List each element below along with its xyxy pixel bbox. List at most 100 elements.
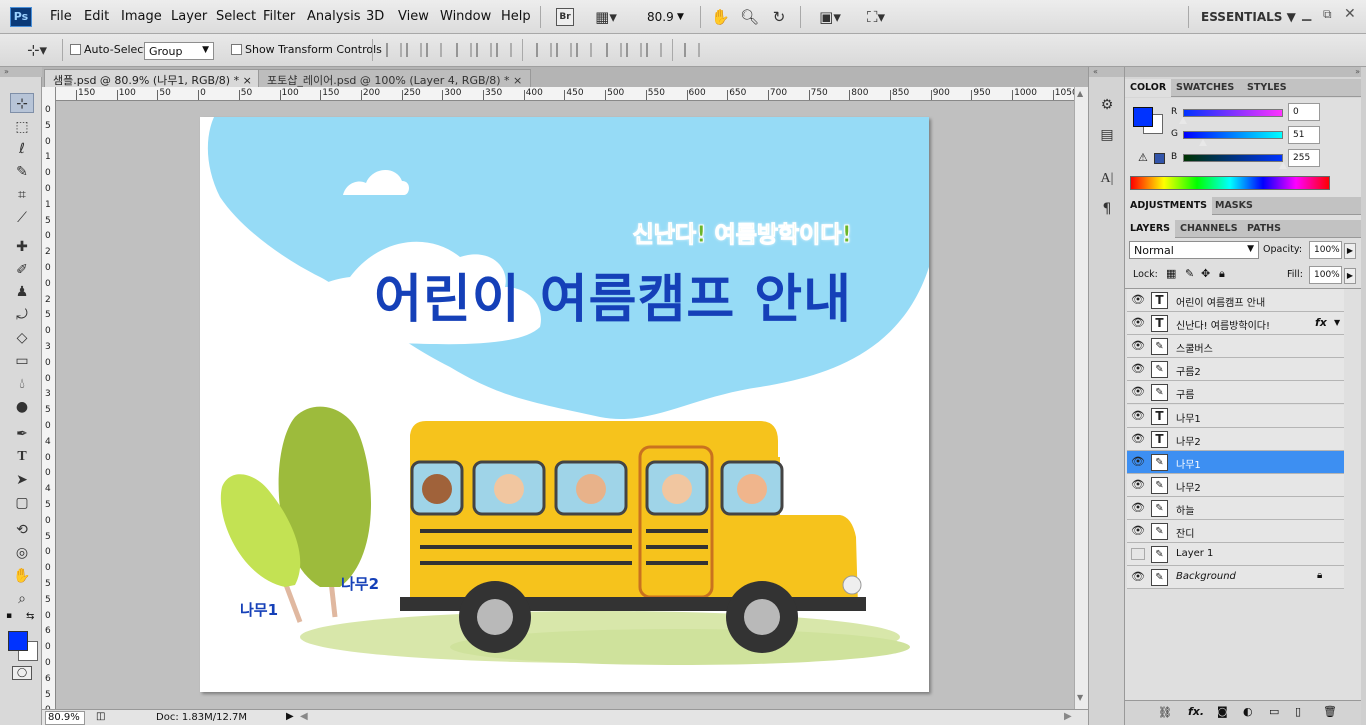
opacity-arrow-icon[interactable]: ▶ (1344, 243, 1356, 259)
arrange-documents-icon[interactable]: ▣▾ (814, 8, 846, 26)
eye-icon[interactable]: 👁︎ (1131, 455, 1145, 468)
screen-mode-icon[interactable]: ⛶▾ (860, 8, 892, 26)
layer-row[interactable]: 👁︎ ✎ 나무1 (1127, 450, 1344, 474)
move-tool-icon[interactable]: ⊹ (10, 93, 34, 113)
scroll-right-icon[interactable]: ▶ (1064, 711, 1072, 722)
layer-row[interactable]: ✎ Layer 1 (1127, 543, 1344, 567)
status-icon[interactable]: ◫ (96, 711, 105, 722)
3d-rotate-tool-icon[interactable]: ⟲ (10, 520, 34, 540)
auto-select-checkbox[interactable] (70, 44, 81, 55)
distribute-left-icon[interactable] (606, 43, 622, 57)
opacity-field[interactable]: 100% (1309, 241, 1342, 259)
menu-select[interactable]: Select (216, 9, 256, 24)
menu-analysis[interactable]: Analysis (307, 9, 361, 24)
eyedropper-tool-icon[interactable]: ⟋ (10, 208, 34, 228)
quick-select-tool-icon[interactable]: ✎ (10, 162, 34, 182)
workspace-switcher[interactable]: ESSENTIALS ▼ (1201, 10, 1296, 24)
lock-pixels-icon[interactable]: ✎ (1185, 267, 1194, 280)
quick-mask-icon[interactable]: ◯ (12, 666, 32, 680)
eye-icon[interactable]: 👁︎ (1131, 571, 1145, 583)
menu-window[interactable]: Window (440, 9, 491, 24)
tab-layers-psd[interactable]: 포토샵_레이어.psd @ 100% (Layer 4, RGB/8) * × (258, 69, 532, 87)
distribute-right-icon[interactable] (646, 43, 662, 57)
eye-icon[interactable]: 👁︎ (1131, 409, 1145, 422)
gradient-tool-icon[interactable]: ▭ (10, 351, 34, 371)
layer-row[interactable]: 👁︎ ✎ 하늘 (1127, 496, 1344, 520)
eye-icon[interactable]: 👁︎ (1131, 294, 1145, 306)
shape-tool-icon[interactable]: ▢ (10, 493, 34, 513)
vertical-scrollbar[interactable]: ▲ ▼ (1074, 87, 1088, 709)
healing-brush-tool-icon[interactable]: ✚ (10, 237, 34, 257)
status-zoom-field[interactable]: 80.9% (45, 711, 85, 725)
r-slider[interactable] (1183, 109, 1283, 117)
eraser-tool-icon[interactable]: ◇ (10, 328, 34, 348)
align-top-icon[interactable] (386, 43, 402, 57)
canvas-area[interactable]: 신난다! 여름방학이다! 어린이 여름캠프 안내 나무1 나무2 (56, 101, 1074, 709)
zoom-dropdown-icon[interactable]: ▼ (677, 12, 684, 22)
fill-arrow-icon[interactable]: ▶ (1344, 268, 1356, 284)
align-left-icon[interactable] (456, 43, 472, 57)
eye-icon[interactable]: 👁︎ (1131, 363, 1145, 375)
hand-tool-icon[interactable]: ✋ (10, 566, 34, 586)
expand-effects-icon[interactable]: ▼ (1334, 318, 1340, 327)
close-button[interactable]: ✕ (1344, 6, 1356, 22)
menu-3d[interactable]: 3D (366, 9, 384, 24)
close-icon[interactable]: × (513, 74, 522, 87)
tab-swatches[interactable]: SWATCHES (1171, 79, 1239, 97)
crop-tool-icon[interactable]: ⌗ (10, 185, 34, 205)
tab-paths[interactable]: PATHS (1242, 220, 1286, 238)
eye-icon[interactable]: 👁︎ (1131, 525, 1145, 537)
vertical-ruler[interactable]: 050100150200250300350400450500550600650 (42, 87, 56, 709)
layer-row[interactable]: 👁︎ ✎ 구름 (1127, 381, 1344, 405)
add-mask-icon[interactable]: ◙ (1217, 705, 1228, 718)
move-tool-preset-icon[interactable]: ⊹▾ (20, 41, 54, 59)
tab-sample-psd[interactable]: 샘플.psd @ 80.9% (나무1, RGB/8) * × (44, 69, 261, 87)
zoom-level[interactable]: 80.9 (647, 10, 674, 24)
panel-scrollbar[interactable] (1361, 67, 1366, 725)
r-value[interactable]: 0 (1288, 103, 1320, 121)
tab-channels[interactable]: CHANNELS (1175, 220, 1243, 238)
b-value[interactable]: 255 (1288, 149, 1320, 167)
g-value[interactable]: 51 (1288, 126, 1320, 144)
layer-row[interactable]: 👁︎ ✎ 구름2 (1127, 358, 1344, 382)
menu-help[interactable]: Help (501, 9, 531, 24)
fg-color-chip[interactable] (1133, 107, 1153, 127)
auto-select-dropdown[interactable]: Group ▼ (144, 42, 214, 60)
distribute-top-icon[interactable] (536, 43, 552, 57)
menu-file[interactable]: File (50, 9, 72, 24)
panel-expand-icon[interactable]: » (1125, 67, 1366, 77)
show-transform-checkbox[interactable] (231, 44, 242, 55)
r-slider-handle[interactable] (1179, 117, 1187, 124)
link-layers-icon[interactable]: ⛓ (1158, 706, 1172, 719)
align-bottom-icon[interactable] (426, 43, 442, 57)
pen-tool-icon[interactable]: ✒ (10, 424, 34, 444)
tab-styles[interactable]: STYLES (1242, 79, 1292, 97)
3d-orbit-tool-icon[interactable]: ◎ (10, 543, 34, 563)
zoom-tool-icon[interactable]: 🔍︎ (740, 8, 759, 26)
gamut-warning-icon[interactable]: ⚠ (1138, 151, 1148, 164)
history-panel-icon[interactable]: ⚙ (1095, 95, 1119, 115)
menu-view[interactable]: View (398, 9, 429, 24)
websafe-chip[interactable] (1154, 153, 1165, 164)
layer-row[interactable]: 👁︎ T 신난다! 여름방학이다! fx ▼ (1127, 312, 1344, 336)
history-brush-tool-icon[interactable]: ⤾ (10, 305, 34, 325)
tab-color[interactable]: COLOR (1125, 79, 1172, 97)
blend-mode-dropdown[interactable]: Normal ▼ (1129, 241, 1259, 259)
scroll-left-icon[interactable]: ◀ (300, 711, 308, 722)
blur-tool-icon[interactable]: 💧︎ (10, 374, 34, 394)
layer-row[interactable]: 👁︎ ✎ 나무2 (1127, 473, 1344, 497)
close-icon[interactable]: × (243, 74, 252, 87)
clone-stamp-tool-icon[interactable]: ♟ (10, 282, 34, 302)
tab-layers[interactable]: LAYERS (1125, 220, 1176, 238)
dock-collapse-icon[interactable]: « (1089, 67, 1124, 77)
layer-row[interactable]: 👁︎ ✎ 잔디 (1127, 520, 1344, 543)
lock-transparency-icon[interactable]: ▦ (1166, 267, 1176, 280)
panel-collapse-icon[interactable]: » (0, 67, 42, 77)
eye-icon[interactable]: 👁︎ (1131, 432, 1145, 445)
foreground-color-swatch[interactable] (8, 631, 28, 651)
g-slider-handle[interactable] (1199, 139, 1207, 146)
brush-tool-icon[interactable]: ✐ (10, 260, 34, 280)
layer-row[interactable]: 👁︎ ✎ Background 🔒︎ (1127, 566, 1344, 590)
rotate-view-icon[interactable]: ↻ (770, 8, 788, 26)
b-slider-handle[interactable] (1279, 162, 1287, 169)
